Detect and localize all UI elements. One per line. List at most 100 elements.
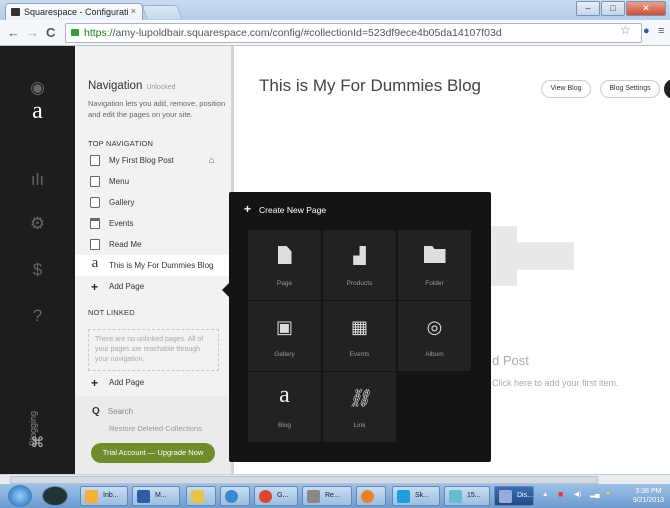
empty-state-plus-icon-vertical bbox=[489, 226, 517, 286]
tile-products[interactable]: ▟ Products bbox=[323, 230, 396, 300]
tile-link[interactable]: ⛓ Link bbox=[323, 372, 396, 442]
add-page-button[interactable]: + Add Page bbox=[75, 278, 231, 296]
squarespace-mark-icon[interactable]: ⌘ bbox=[0, 434, 75, 451]
taskbar-label: Re... bbox=[325, 492, 340, 499]
tile-label: Blog bbox=[277, 422, 291, 429]
panel-title-badge: Unlocked bbox=[146, 84, 176, 91]
minimize-button[interactable]: – bbox=[576, 1, 600, 16]
taskbar-item-dis[interactable]: Dis... bbox=[494, 486, 534, 506]
tile-gallery[interactable]: ▣ Gallery bbox=[248, 301, 321, 371]
top-navigation-label: TOP NAVIGATION bbox=[88, 139, 154, 148]
gallery-icon bbox=[90, 197, 100, 208]
taskbar-item-app[interactable] bbox=[186, 486, 216, 506]
view-blog-button[interactable]: View Blog bbox=[541, 80, 591, 98]
gallery-icon: ▣ bbox=[275, 317, 293, 337]
ie-icon bbox=[225, 490, 238, 503]
tile-folder[interactable]: Folder bbox=[398, 230, 471, 300]
tile-page[interactable]: Page bbox=[248, 230, 321, 300]
back-button[interactable]: ← bbox=[7, 25, 20, 40]
nav-item-for-dummies-blog[interactable]: a This is My For Dummies Blog bbox=[75, 255, 231, 276]
blog-settings-button[interactable]: Blog Settings bbox=[600, 80, 660, 98]
tab-close-icon[interactable]: × bbox=[131, 6, 136, 16]
forward-button[interactable]: → bbox=[26, 25, 39, 40]
not-linked-label: NOT LINKED bbox=[88, 308, 135, 317]
taskbar-label: Sk... bbox=[415, 492, 430, 499]
reload-button[interactable]: C bbox=[46, 25, 55, 40]
system-tray: ▲ ◼ ◀) ▂▄ ● 3:38 PM 9/21/2013 bbox=[538, 486, 670, 506]
tile-events[interactable]: ▦ Events bbox=[323, 301, 396, 371]
tray-app-icon[interactable]: ◼ bbox=[558, 490, 563, 498]
horizontal-scrollbar[interactable] bbox=[0, 474, 670, 484]
folder-icon bbox=[398, 246, 471, 268]
popup-title: Create New Page bbox=[259, 205, 327, 215]
volume-icon[interactable]: ◀) bbox=[574, 490, 581, 498]
window-close-button[interactable]: ✕ bbox=[626, 1, 666, 16]
notification-icon[interactable]: ● bbox=[606, 490, 610, 497]
tile-label: Folder bbox=[425, 280, 444, 287]
menu-icon[interactable]: ≡ bbox=[658, 25, 664, 37]
lock-icon bbox=[71, 29, 79, 36]
plus-icon: + bbox=[91, 280, 99, 294]
taskbar-item-media[interactable] bbox=[356, 486, 386, 506]
taskbar-label: Inb... bbox=[103, 492, 119, 499]
tile-label: Link bbox=[353, 422, 366, 429]
taskbar-item-re[interactable]: Re... bbox=[302, 486, 352, 506]
plus-icon: + bbox=[91, 376, 99, 390]
search-field[interactable]: Q Search bbox=[92, 406, 133, 417]
network-icon[interactable]: ▂▄ bbox=[590, 490, 600, 498]
squarespace-logo-icon[interactable]: a bbox=[0, 98, 75, 125]
search-icon: Q bbox=[92, 406, 100, 417]
address-bar[interactable]: https://amy-lupoldbair.squarespace.com/c… bbox=[65, 23, 642, 43]
tray-arrow-icon[interactable]: ▲ bbox=[542, 491, 548, 498]
trial-upgrade-button[interactable]: Trial Account — Upgrade Now bbox=[91, 443, 215, 463]
bookmark-star-icon[interactable]: ☆ bbox=[620, 23, 631, 37]
restore-deleted-link[interactable]: Restore Deleted Collections bbox=[109, 424, 202, 433]
page-icon bbox=[90, 239, 100, 250]
panel-footer: Q Search Restore Deleted Collections Tria… bbox=[75, 396, 231, 474]
taskbar-item-word[interactable]: M... bbox=[132, 486, 180, 506]
new-tab-button[interactable] bbox=[141, 5, 183, 19]
preview-eye-icon[interactable]: ◉ bbox=[0, 78, 75, 98]
nav-item-menu[interactable]: Menu bbox=[75, 171, 231, 192]
taskbar-item-15[interactable]: 15... bbox=[444, 486, 490, 506]
tile-blog[interactable]: a Blog bbox=[248, 372, 321, 442]
maximize-button[interactable]: □ bbox=[601, 1, 625, 16]
nav-item-my-first-blog-post[interactable]: My First Blog Post ⌂ bbox=[75, 150, 231, 171]
taskbar-item-ie[interactable] bbox=[220, 486, 250, 506]
analytics-icon[interactable]: ılı bbox=[0, 170, 75, 190]
scrollbar-thumb[interactable] bbox=[10, 476, 598, 484]
panel-description: Navigation lets you add, remove, positio… bbox=[88, 99, 226, 119]
start-button[interactable] bbox=[8, 485, 32, 507]
taskbar-item-chrome[interactable]: G... bbox=[254, 486, 298, 506]
word-icon bbox=[137, 490, 150, 503]
mail-icon bbox=[85, 490, 98, 503]
tile-album[interactable]: ◎ Album bbox=[398, 301, 471, 371]
nav-item-read-me[interactable]: Read Me bbox=[75, 234, 231, 255]
clock[interactable]: 3:38 PM 9/21/2013 bbox=[633, 487, 664, 505]
taskbar-label: Dis... bbox=[517, 492, 533, 499]
calendar-icon: ▦ bbox=[350, 317, 368, 337]
avatar[interactable] bbox=[664, 79, 670, 99]
browser-tab[interactable]: Squarespace - Configurati × bbox=[5, 3, 143, 20]
folder-icon bbox=[191, 490, 204, 503]
help-icon[interactable]: ? bbox=[0, 306, 75, 326]
tab-title: Squarespace - Configurati bbox=[24, 7, 129, 17]
taskbar-item-inbox[interactable]: Inb... bbox=[80, 486, 128, 506]
hp-icon[interactable] bbox=[42, 486, 68, 506]
tab-strip: Squarespace - Configurati × – □ ✕ bbox=[0, 0, 670, 20]
add-page-label: Add Page bbox=[109, 378, 145, 387]
app-sidebar: ◉ a ılı ⚙ $ ? Blogging ⌘ bbox=[0, 46, 75, 474]
nav-item-gallery[interactable]: Gallery bbox=[75, 192, 231, 213]
products-icon: ▟ bbox=[353, 248, 366, 265]
nav-item-label: Menu bbox=[109, 177, 130, 186]
taskbar-label: 15... bbox=[467, 492, 481, 499]
nav-item-events[interactable]: Events bbox=[75, 213, 231, 234]
add-page-button-unlinked[interactable]: + Add Page bbox=[75, 374, 231, 392]
squarespace-favicon-icon bbox=[11, 8, 20, 16]
extension-icon[interactable]: ● bbox=[643, 25, 650, 37]
settings-gear-icon[interactable]: ⚙ bbox=[0, 214, 75, 234]
add-first-item-link[interactable]: Click here to add your first item. bbox=[492, 378, 619, 388]
tile-label: Events bbox=[349, 351, 370, 358]
taskbar-item-skype[interactable]: Sk... bbox=[392, 486, 440, 506]
commerce-dollar-icon[interactable]: $ bbox=[0, 260, 75, 280]
